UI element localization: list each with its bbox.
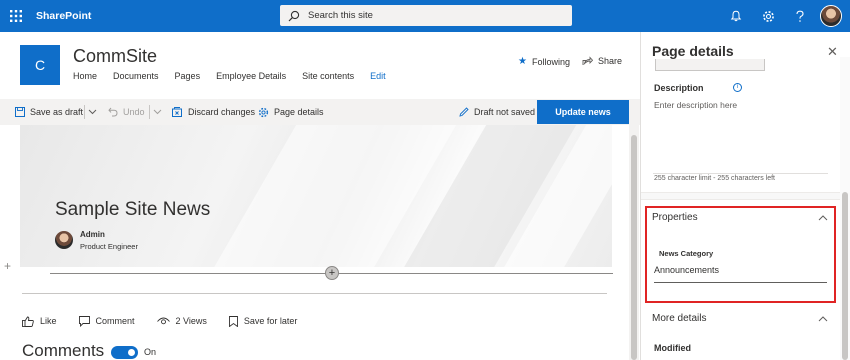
nav-item-home[interactable]: Home bbox=[73, 71, 97, 81]
site-logo[interactable]: C bbox=[20, 45, 60, 85]
app-launcher-icon[interactable] bbox=[2, 0, 30, 32]
comments-heading: Comments bbox=[22, 341, 105, 360]
undo-options-chevron-icon[interactable] bbox=[153, 99, 162, 125]
search-icon bbox=[288, 9, 302, 23]
change-thumbnail-button[interactable] bbox=[655, 59, 765, 71]
share-icon bbox=[582, 56, 593, 66]
like-button[interactable]: Like bbox=[22, 316, 57, 327]
news-category-field[interactable]: Announcements bbox=[654, 265, 827, 283]
properties-header[interactable]: Properties bbox=[652, 212, 698, 223]
page-canvas: Sample Site News Admin Product Engineer … bbox=[0, 125, 640, 360]
char-limit-text: 255 character limit - 255 characters lef… bbox=[654, 175, 775, 182]
nav-item-pages[interactable]: Pages bbox=[175, 71, 201, 81]
bell-icon[interactable] bbox=[720, 0, 752, 32]
search-placeholder: Search this site bbox=[308, 10, 373, 21]
following-label: Following bbox=[531, 56, 570, 67]
save-for-later-label: Save for later bbox=[243, 316, 298, 326]
site-header: C CommSite Home Documents Pages Employee… bbox=[0, 32, 640, 100]
eye-icon bbox=[156, 317, 170, 326]
help-icon[interactable] bbox=[784, 0, 816, 32]
comment-button[interactable]: Comment bbox=[78, 315, 135, 327]
canvas-scrollbar[interactable] bbox=[629, 125, 639, 360]
discard-changes-button[interactable]: Discard changes bbox=[172, 99, 255, 125]
site-title[interactable]: CommSite bbox=[73, 46, 157, 67]
brand-name[interactable]: SharePoint bbox=[36, 10, 91, 22]
undo-button[interactable]: Undo bbox=[108, 99, 145, 125]
draft-status: Draft not saved bbox=[459, 99, 535, 125]
search-input[interactable]: Search this site bbox=[280, 5, 572, 26]
nav-item-employee-details[interactable]: Employee Details bbox=[216, 71, 286, 81]
comment-label: Comment bbox=[95, 316, 135, 326]
discard-icon bbox=[172, 107, 183, 117]
command-bar: Save as draft Undo Discard changes Page … bbox=[0, 99, 640, 125]
author-role: Product Engineer bbox=[80, 242, 138, 251]
news-category-label: News Category bbox=[659, 249, 714, 258]
add-webpart-icon[interactable]: + bbox=[325, 266, 339, 280]
page-details-label: Page details bbox=[274, 107, 324, 117]
add-section-icon[interactable]: + bbox=[4, 259, 11, 273]
panel-scrollbar[interactable] bbox=[840, 57, 850, 360]
views-count: 2 Views bbox=[156, 316, 207, 326]
pencil-icon bbox=[459, 107, 469, 117]
like-label: Like bbox=[40, 316, 57, 326]
chevron-up-icon[interactable] bbox=[818, 314, 828, 324]
section-separator bbox=[641, 192, 850, 200]
nav-item-site-contents[interactable]: Site contents bbox=[302, 71, 354, 81]
discard-changes-label: Discard changes bbox=[188, 107, 256, 117]
suite-bar: SharePoint Search this site bbox=[0, 0, 850, 32]
draft-status-label: Draft not saved bbox=[474, 107, 536, 117]
article-title[interactable]: Sample Site News bbox=[55, 199, 210, 221]
comments-toggle[interactable] bbox=[111, 346, 138, 359]
divider bbox=[84, 105, 85, 119]
star-icon: ★ bbox=[518, 56, 527, 67]
save-as-draft-label: Save as draft bbox=[30, 107, 84, 117]
scrollbar-thumb[interactable] bbox=[631, 135, 637, 360]
author-name[interactable]: Admin bbox=[80, 230, 105, 239]
page-details-button[interactable]: Page details bbox=[258, 99, 324, 125]
scrollbar-thumb[interactable] bbox=[842, 192, 848, 360]
info-icon[interactable]: i bbox=[733, 83, 742, 92]
page-details-panel: Page details ✕ Description i Enter descr… bbox=[640, 32, 850, 360]
undo-label: Undo bbox=[123, 107, 145, 117]
share-label: Share bbox=[598, 56, 623, 66]
update-news-button[interactable]: Update news bbox=[537, 100, 629, 124]
save-as-draft-button[interactable]: Save as draft bbox=[15, 99, 83, 125]
social-bar: Like Comment 2 Views Save for later bbox=[22, 314, 319, 328]
gear-icon[interactable] bbox=[752, 0, 784, 32]
more-details-header[interactable]: More details bbox=[652, 313, 706, 324]
nav-item-documents[interactable]: Documents bbox=[113, 71, 159, 81]
settings-gear-icon bbox=[258, 107, 269, 118]
close-icon[interactable]: ✕ bbox=[827, 44, 838, 60]
suite-actions bbox=[720, 0, 850, 32]
toggle-knob bbox=[128, 349, 135, 356]
modified-label: Modified bbox=[654, 343, 691, 353]
divider bbox=[22, 293, 607, 294]
chevron-up-icon[interactable] bbox=[818, 213, 828, 223]
save-icon bbox=[15, 107, 25, 117]
thumbs-up-icon bbox=[22, 316, 34, 327]
views-label: 2 Views bbox=[175, 316, 207, 326]
panel-title: Page details bbox=[652, 43, 734, 59]
site-navigation: Home Documents Pages Employee Details Si… bbox=[73, 71, 402, 81]
comment-icon bbox=[78, 315, 90, 327]
save-for-later-button[interactable]: Save for later bbox=[228, 315, 298, 327]
undo-icon bbox=[108, 107, 118, 117]
description-field[interactable]: Enter description here bbox=[653, 96, 828, 174]
description-label: Description bbox=[654, 83, 704, 93]
user-avatar[interactable] bbox=[820, 5, 842, 27]
nav-edit-link[interactable]: Edit bbox=[370, 71, 386, 81]
comments-toggle-label: On bbox=[144, 347, 157, 357]
share-button[interactable]: Share bbox=[582, 56, 622, 66]
save-options-chevron-icon[interactable] bbox=[88, 99, 97, 125]
divider bbox=[149, 105, 150, 119]
following-button[interactable]: ★ Following bbox=[518, 56, 570, 67]
author-avatar bbox=[55, 231, 73, 249]
title-area-hero[interactable]: Sample Site News Admin Product Engineer bbox=[20, 125, 612, 267]
bookmark-icon bbox=[228, 315, 238, 327]
